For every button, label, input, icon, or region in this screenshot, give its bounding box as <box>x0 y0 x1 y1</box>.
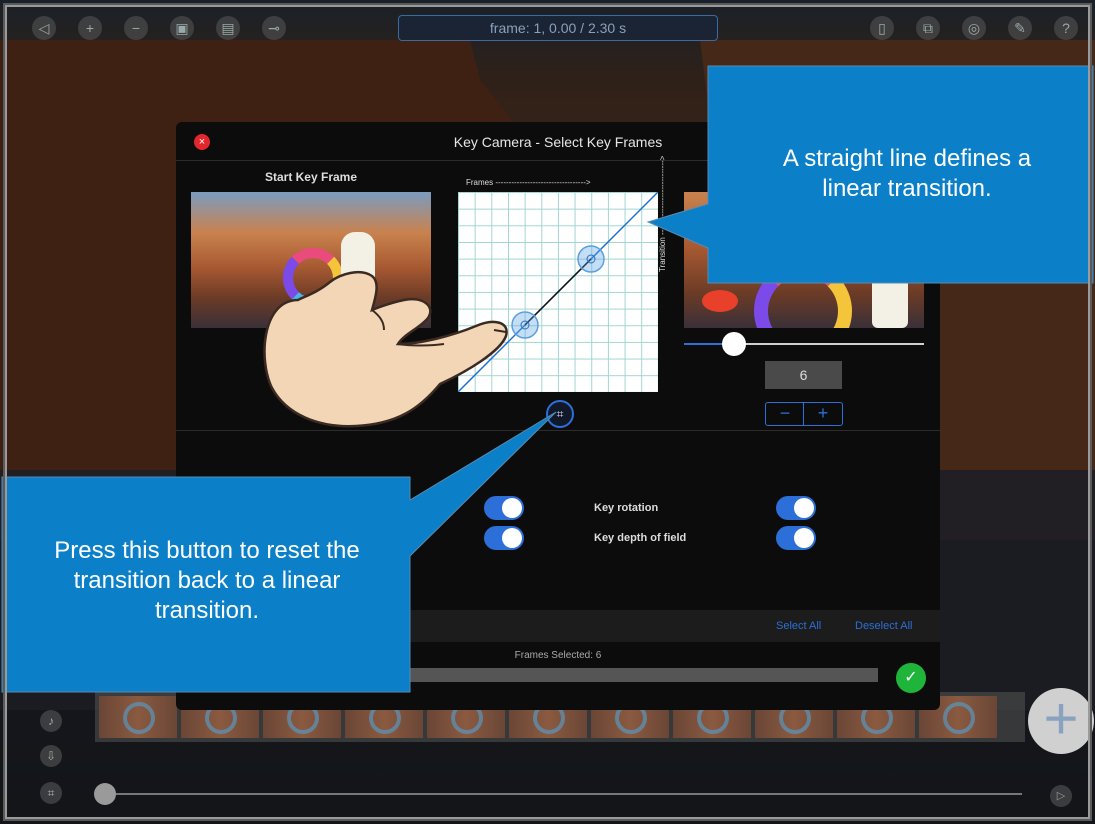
linear-transition-callout: A straight line defines a linear transit… <box>782 145 1032 202</box>
callout-shapes <box>1 65 1094 693</box>
reset-transition-callout: Press this button to reset the transitio… <box>54 537 360 624</box>
app-window: ◁ + − ▣ ▤ ⊸ frame: 1, 0.00 / 2.30 s ▯ ⧉ … <box>0 0 1095 824</box>
